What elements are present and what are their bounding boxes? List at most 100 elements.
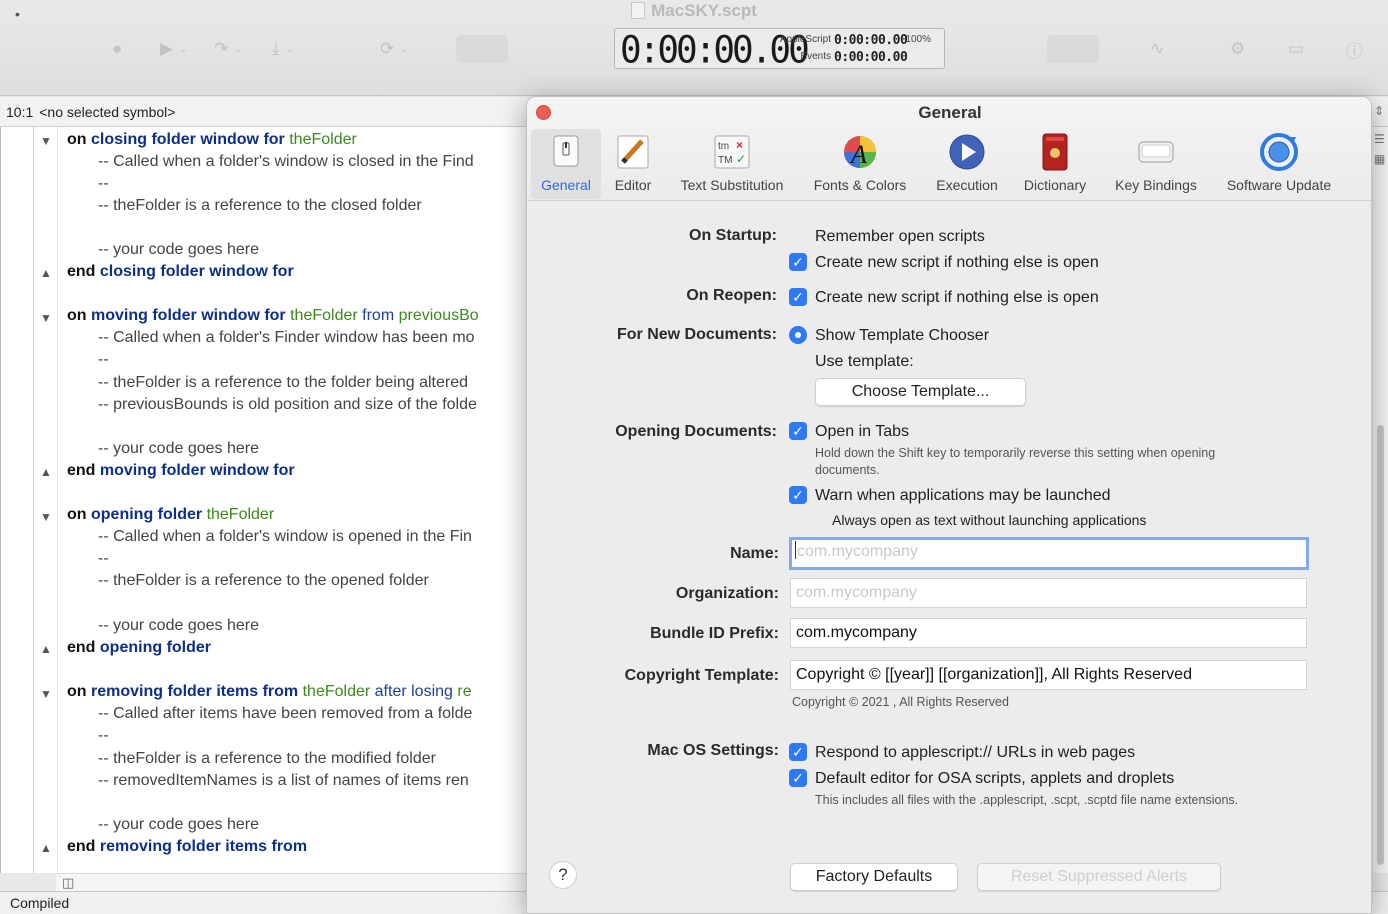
code-line-22: -- [98,727,109,744]
copyright-template-label: Copyright Template: [624,667,779,684]
tab-text-substitution[interactable]: tm × TM ✓ Text Substitution [672,129,792,199]
tab-key-bindings[interactable]: Key Bindings [1107,129,1205,199]
code-line-15: -- Called when a folder's window is open… [98,528,472,545]
organization-placeholder: com.mycompany [796,584,917,601]
handler-name: removing folder items from [99,838,308,855]
toolbar-item-icon[interactable]: ▭ [1288,36,1304,62]
remember-open-scripts-checkbox[interactable]: Remember open scripts [815,228,985,246]
mac-os-settings-label: Mac OS Settings: [647,742,779,759]
open-in-tabs-label: Open in Tabs [815,423,909,440]
tab-fonts-colors[interactable]: A Fonts & Colors [810,129,910,199]
fold-toggle[interactable]: ▼ [40,506,52,528]
name-label: Name: [730,545,779,562]
respond-urls-checkbox[interactable]: ✓ [789,743,807,761]
code-line-20: on removing folder items from theFolder … [67,681,472,703]
organization-field[interactable]: com.mycompany [790,578,1307,608]
stepper-icon[interactable]: ⇕ [1374,104,1384,118]
fold-end-marker[interactable]: ▲ [40,461,52,483]
variable: theFolder [302,683,371,700]
fold-end-marker[interactable]: ▲ [40,638,52,660]
tab-label: Software Update [1226,177,1332,193]
tab-label: Execution [936,177,998,193]
preferences-toolbar: General General Editor tm × TM ✓ Text Su… [527,97,1371,201]
keyword: after losing [374,683,453,700]
tab-label: General [541,177,591,193]
keyword: from [362,307,395,324]
document-icon [631,2,646,19]
fold-end-marker[interactable]: ▲ [40,262,52,284]
name-field[interactable]: com.mycompany [789,537,1309,570]
svg-text:A: A [849,140,867,169]
grid-icon[interactable]: ▦ [1374,152,1385,166]
create-new-script-checkbox[interactable]: ✓ [789,253,807,271]
show-template-chooser-radio[interactable] [789,326,807,344]
tab-execution[interactable]: Execution [927,129,1007,199]
code-line-17: -- theFolder is a reference to the opene… [98,572,429,589]
code-line-2: -- Called when a folder's window is clos… [98,153,474,170]
tab-general[interactable]: General [531,129,601,199]
tab-editor[interactable]: Editor [607,129,659,199]
window-titlebar: • MacSKY.scpt ● ▶ ⌄ ↷ ⌄ ⤓ ⌄ ⟳ ⌄ 0:00:00.00 A… [0,0,1388,96]
fold-column [57,127,58,873]
variable: theFolder [289,131,357,148]
code-line-26: end removing folder items from [67,836,307,858]
timer-percent: 100% [905,34,931,45]
code-editor[interactable]: ▼ on closing folder window for theFolder… [0,127,530,873]
use-template-radio[interactable]: Use template: [815,353,914,371]
list-icon[interactable]: ☰ [1374,132,1385,146]
bundle-id-prefix-field[interactable]: com.mycompany [790,618,1307,648]
always-open-text-checkbox[interactable]: Always open as text without launching ap… [832,512,1146,528]
choose-template-button[interactable]: Choose Template... [815,378,1026,406]
timer-display: 0:00:00.00 AppleScript 0:00:00.00 Events… [614,28,945,72]
applescript-label: AppleScript [779,34,831,45]
copyright-template-field[interactable]: Copyright © [[year]] [[organization]], A… [790,660,1307,690]
refresh-button[interactable]: ⟳ ⌄ [380,36,409,62]
warn-launched-checkbox[interactable]: ✓ [789,486,807,504]
preferences-window: General General Editor tm × TM ✓ Text Su… [526,96,1372,914]
stop-button[interactable]: ▶ ⌄ [160,36,187,62]
tab-label: Fonts & Colors [813,177,907,193]
for-new-documents-label: For New Documents: [616,326,777,343]
on-startup-label: On Startup: [689,227,777,244]
create-new-script-label: Create new script if nothing else is ope… [815,254,1099,271]
fold-toggle[interactable]: ▼ [40,307,52,329]
reset-suppressed-alerts-button[interactable]: Reset Suppressed Alerts [977,863,1221,891]
bundle-id-prefix-label: Bundle ID Prefix: [650,625,779,642]
svg-text:tm: tm [718,141,729,152]
fold-end-marker[interactable]: ▲ [40,837,52,859]
symbol-popup[interactable]: <no selected symbol> [39,104,175,120]
code-line-16: -- [98,550,109,567]
horizontal-scrollbar[interactable] [56,873,530,891]
help-button[interactable]: ? [549,861,577,889]
preferences-title: General [918,103,982,122]
variable: re [457,683,472,700]
reopen-new-script-label: Create new script if nothing else is ope… [815,289,1099,306]
log-icon[interactable]: ∿ [1150,36,1164,62]
code-line-7: on moving folder window for theFolder fr… [67,305,479,327]
tab-label: Editor [614,177,652,193]
bundle-contents-button[interactable] [1047,35,1099,63]
gear-icon[interactable]: ⚙ [1230,36,1245,62]
tab-dictionary[interactable]: Dictionary [1017,129,1093,199]
tab-software-update[interactable]: Software Update [1217,129,1341,199]
info-icon[interactable]: ⓘ [1346,36,1363,62]
vertical-scrollbar-thumb[interactable] [1377,425,1384,865]
variable: theFolder [290,307,358,324]
compile-button[interactable] [456,35,508,63]
record-button[interactable]: ● [112,36,122,62]
cursor-position: 10:1 [6,103,34,120]
step-into-button[interactable]: ⤓ ⌄ [272,36,294,62]
fold-toggle[interactable]: ▼ [40,130,52,152]
respond-urls-label: Respond to applescript:// URLs in web pa… [815,744,1136,761]
default-editor-checkbox[interactable]: ✓ [789,769,807,787]
handler-name: closing folder window for [99,263,294,280]
gutter [33,127,34,873]
tab-label: Text Substitution [680,177,784,193]
opening-documents-label: Opening Documents: [615,423,777,440]
open-in-tabs-checkbox[interactable]: ✓ [789,422,807,440]
split-view-icon[interactable]: ◫ [62,875,74,891]
factory-defaults-button[interactable]: Factory Defaults [790,863,958,891]
reopen-new-script-checkbox[interactable]: ✓ [789,288,807,306]
fold-toggle[interactable]: ▼ [40,683,52,705]
step-over-button[interactable]: ↷ ⌄ [214,36,243,62]
